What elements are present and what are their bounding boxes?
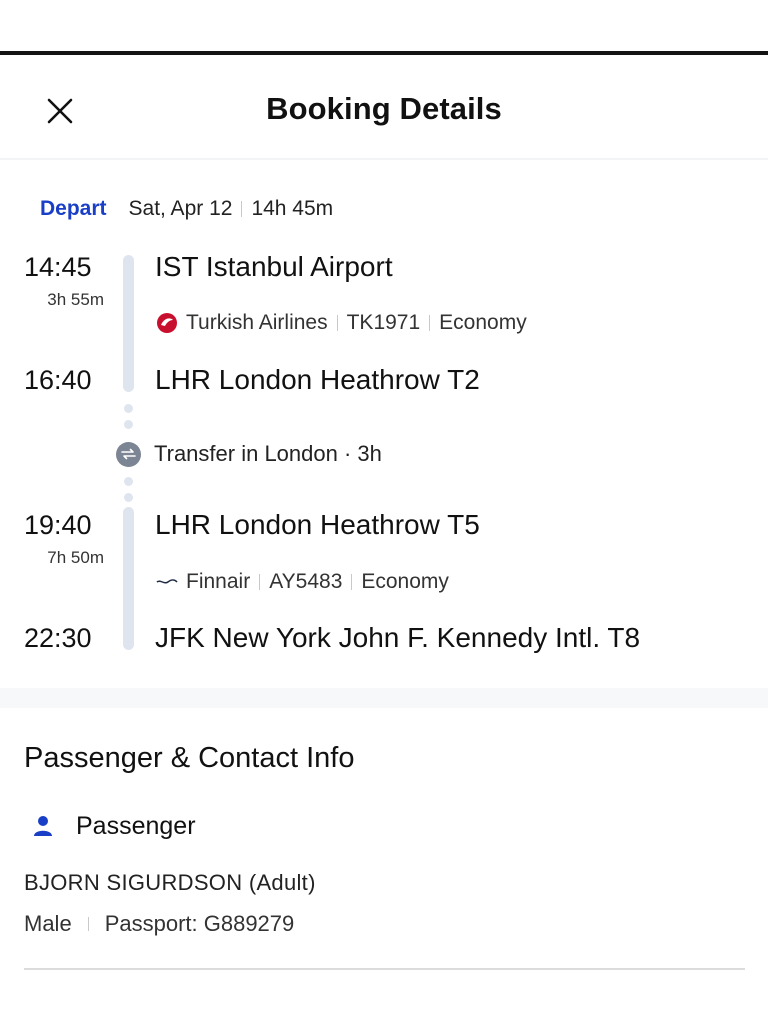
separator — [241, 201, 243, 217]
header-bar: Booking Details — [0, 55, 768, 160]
segment-2-departure-airport: LHR London Heathrow T5 — [155, 509, 480, 540]
connector-dot — [124, 420, 133, 429]
segment-2-cabin: Economy — [361, 570, 449, 593]
separator — [429, 315, 431, 331]
passenger-details: Male Passport: G889279 — [24, 910, 294, 938]
connector-dot — [124, 404, 133, 413]
segment-2-duration: 7h 50m — [47, 548, 104, 567]
segment-2-arrival-airport: JFK New York John F. Kennedy Intl. T8 — [155, 622, 641, 653]
separator — [259, 574, 261, 590]
bottom-divider — [24, 968, 745, 970]
separator — [87, 917, 89, 931]
finnair-logo-icon — [156, 571, 178, 593]
transfer-icon — [116, 441, 141, 467]
segment-1-track — [123, 255, 134, 392]
segment-2-flight-number: AY5483 — [269, 570, 343, 593]
page-title: Booking Details — [266, 91, 502, 126]
segment-1-departure-time: 14:45 — [24, 252, 92, 282]
transfer-text: Transfer in London · 3h — [154, 441, 382, 466]
segment-1-carrier-info: Turkish Airlines TK1971 Economy — [156, 310, 527, 336]
segment-2-departure-time: 19:40 — [24, 510, 92, 540]
segment-1-cabin: Economy — [439, 311, 527, 334]
segment-2-track — [123, 507, 134, 650]
separator — [351, 574, 353, 590]
person-icon — [30, 813, 56, 839]
segment-1-departure-airport: IST Istanbul Airport — [155, 251, 393, 282]
passenger-passport: Passport: G889279 — [104, 911, 295, 936]
connector-dot — [124, 493, 133, 502]
segment-1-airline: Turkish Airlines — [186, 311, 328, 334]
transfer-info: Transfer in London · 3h — [116, 440, 382, 468]
separator — [336, 315, 338, 331]
connector-dot — [124, 477, 133, 486]
segment-2-airline: Finnair — [186, 570, 251, 593]
depart-summary: Depart Sat, Apr 12 14h 45m — [40, 196, 333, 222]
segment-2-arrival-time: 22:30 — [24, 623, 92, 653]
passenger-section-title: Passenger & Contact Info — [24, 742, 355, 774]
total-duration: 14h 45m — [251, 197, 334, 220]
passenger-label: Passenger — [76, 811, 196, 840]
segment-2-carrier-info: Finnair AY5483 Economy — [156, 569, 449, 595]
depart-date: Sat, Apr 12 — [128, 197, 233, 220]
segment-1-arrival-airport: LHR London Heathrow T2 — [155, 364, 480, 395]
section-divider — [0, 688, 768, 708]
itinerary-card — [0, 160, 768, 688]
segment-1-flight-number: TK1971 — [346, 311, 421, 334]
segment-1-duration: 3h 55m — [47, 290, 104, 309]
passenger-gender: Male — [24, 911, 72, 936]
passenger-header: Passenger — [30, 810, 196, 842]
depart-tag: Depart — [40, 197, 107, 220]
segment-1-arrival-time: 16:40 — [24, 365, 92, 395]
passenger-name: BJORN SIGURDSON (Adult) — [24, 870, 316, 895]
turkish-airlines-logo-icon — [156, 312, 178, 334]
